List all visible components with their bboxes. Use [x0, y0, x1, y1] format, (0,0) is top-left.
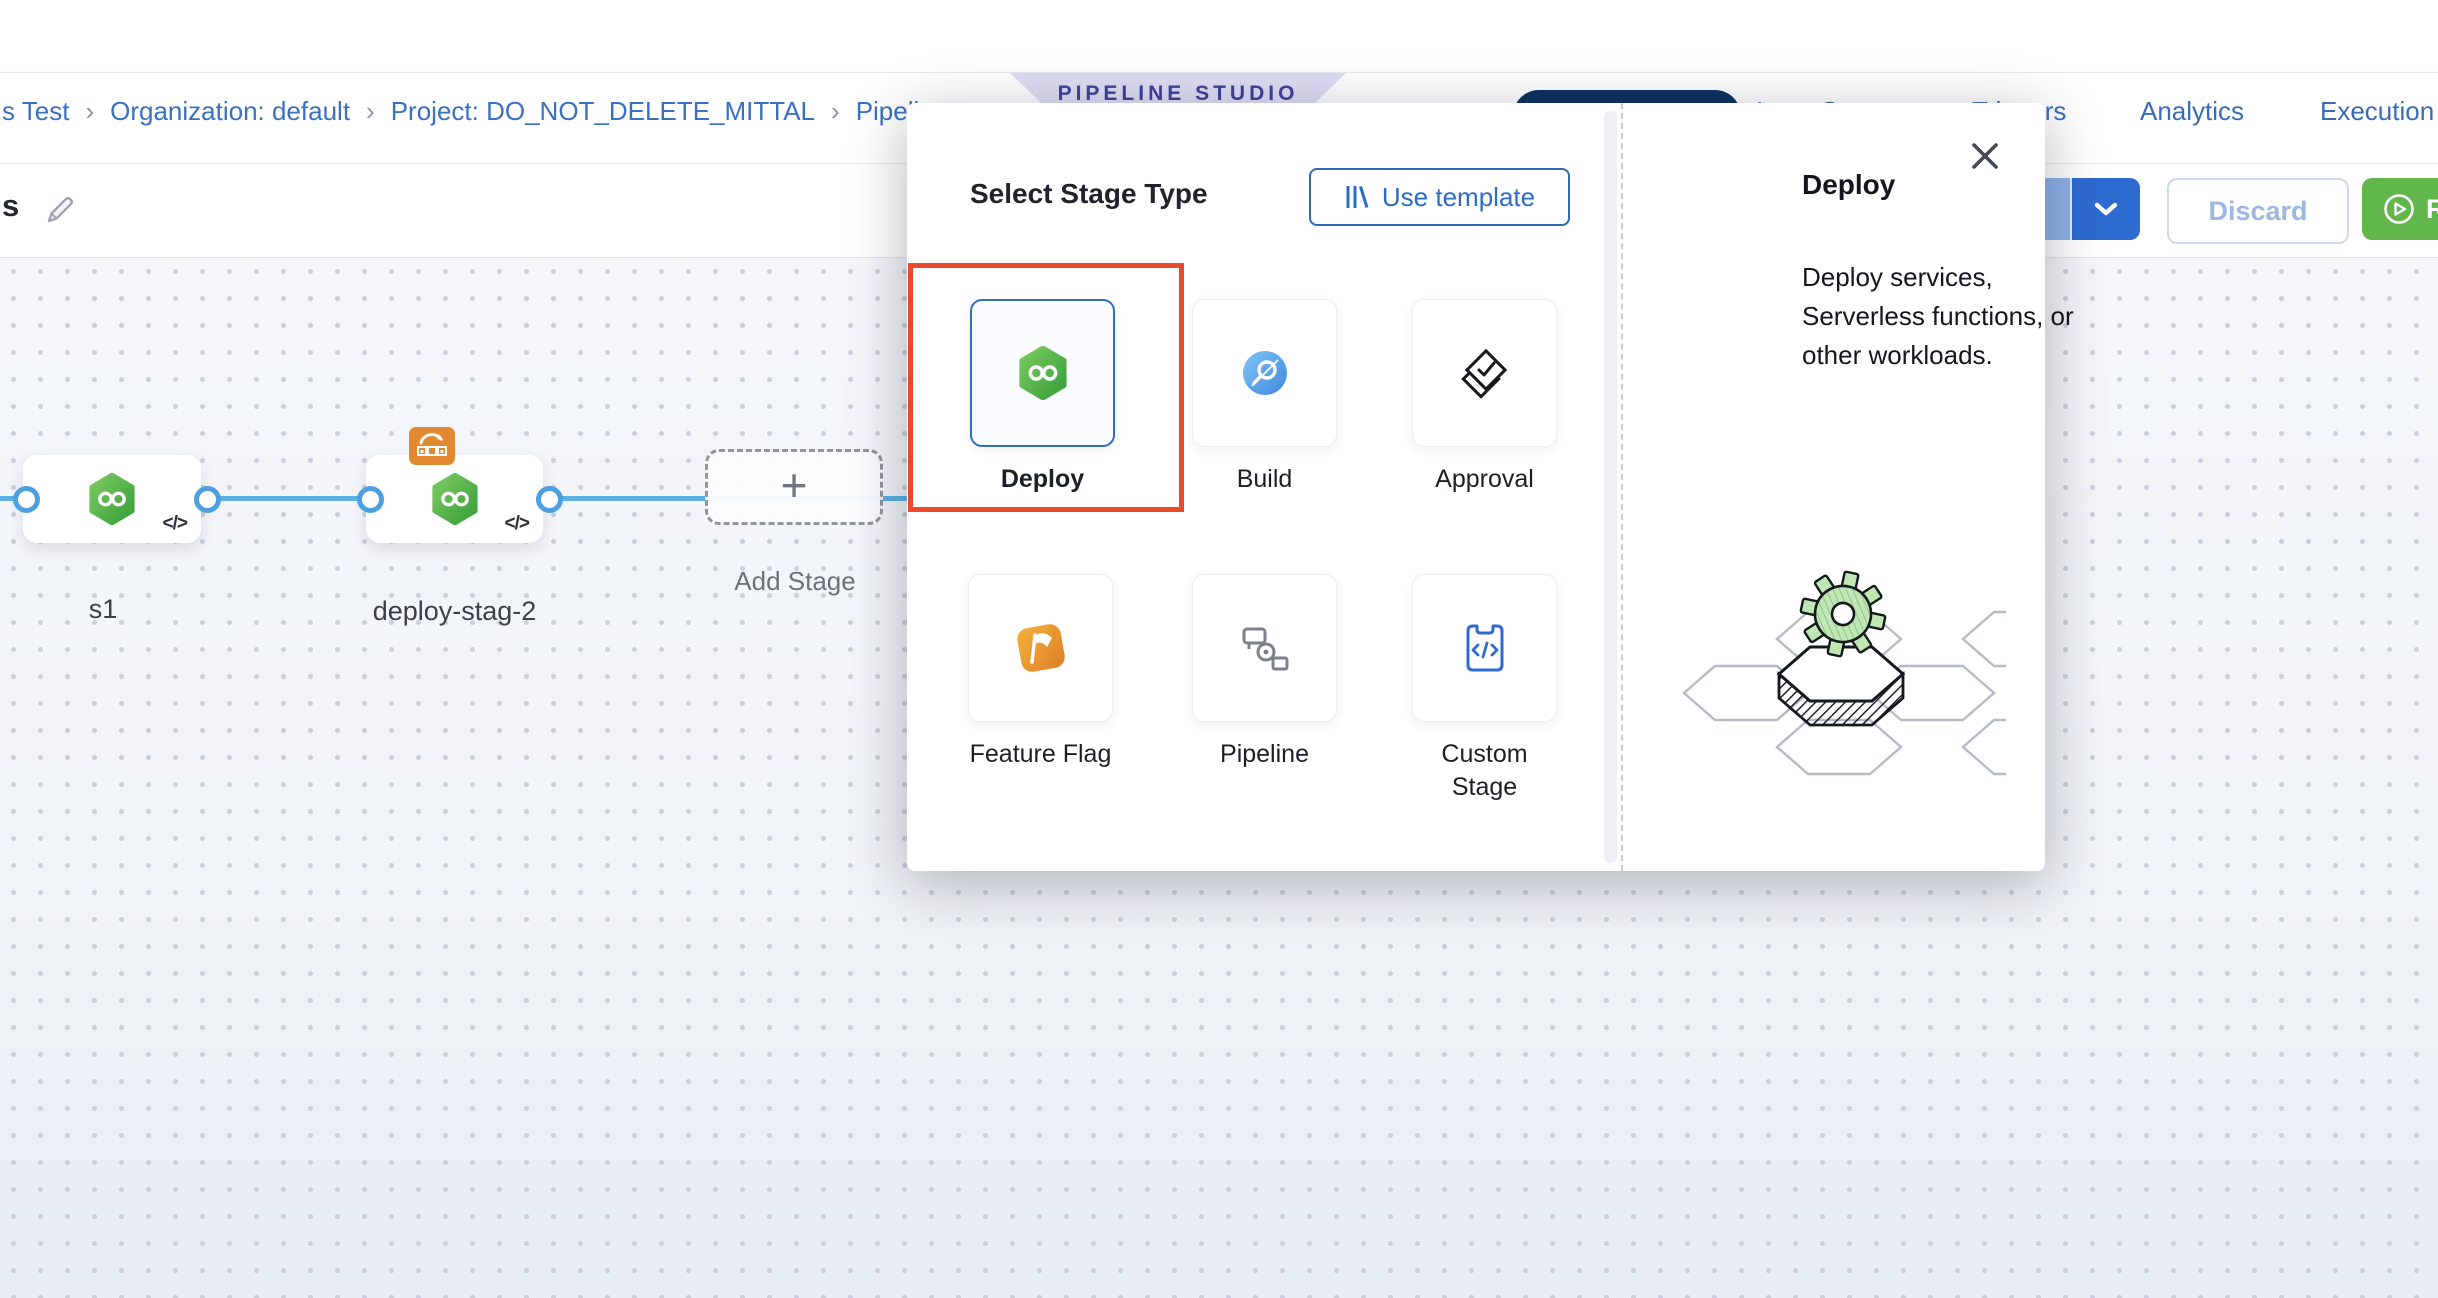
stage-card-build[interactable]: [1192, 299, 1337, 447]
stage-type-build[interactable]: Build: [1192, 299, 1337, 496]
deploy-illustration: [1676, 541, 2006, 791]
use-template-label: Use template: [1382, 182, 1535, 213]
connector-dot[interactable]: [357, 486, 384, 513]
stage-label-s1: s1: [43, 594, 163, 625]
custom-stage-icon: [1460, 621, 1510, 675]
stage-label-deploy-stag-2: deploy-stag-2: [352, 596, 557, 627]
rolling-deployment-badge-icon: [409, 427, 455, 465]
yaml-code-icon[interactable]: </>: [163, 513, 187, 535]
stage-type-label: Approval: [1412, 463, 1557, 496]
close-icon: [1969, 140, 2001, 172]
stage-type-label: Build: [1192, 463, 1337, 496]
stage-type-label: Pipeline: [1192, 738, 1337, 771]
breadcrumb-item-organization[interactable]: Organization: default: [110, 96, 350, 127]
approval-check-icon: [1457, 345, 1513, 401]
pipeline-studio-page: s Test › Organization: default › Project…: [0, 0, 2438, 1298]
discard-button[interactable]: Discard: [2167, 178, 2349, 244]
build-ci-icon: [1241, 349, 1289, 397]
edit-pencil-icon[interactable]: [42, 192, 78, 228]
close-modal-button[interactable]: [1965, 136, 2005, 176]
stage-card-approval[interactable]: [1412, 299, 1557, 447]
stage-type-label: Custom Stage: [1412, 738, 1557, 804]
stage-detail-pane: Deploy Deploy services, Serverless funct…: [1621, 103, 2045, 871]
stage-card-pipeline[interactable]: [1192, 574, 1337, 722]
tab-execution-history[interactable]: Execution History: [2320, 96, 2438, 128]
plus-icon: +: [781, 458, 808, 512]
modal-scrollbar[interactable]: [1604, 111, 1617, 863]
run-button[interactable]: Run: [2362, 178, 2438, 240]
stage-type-approval[interactable]: Approval: [1412, 299, 1557, 496]
select-stage-type-modal: Select Stage Type Use template Deploy: [907, 103, 2045, 871]
add-stage-label: Add Stage: [715, 566, 875, 597]
stage-type-label: Feature Flag: [968, 738, 1113, 771]
tab-analytics[interactable]: Analytics: [2140, 96, 2244, 128]
breadcrumb-separator: ›: [85, 96, 94, 127]
cd-hexagon-icon: [88, 473, 136, 525]
stage-detail-description: Deploy services, Serverless functions, o…: [1802, 258, 2117, 375]
cd-hexagon-icon: [431, 473, 479, 525]
run-button-label: Run: [2426, 194, 2438, 225]
add-stage-node[interactable]: +: [705, 449, 883, 525]
feature-flag-icon: [1014, 621, 1068, 675]
template-library-icon: [1344, 184, 1370, 210]
breadcrumb-item-project[interactable]: Project: DO_NOT_DELETE_MITTAL: [391, 96, 815, 127]
breadcrumb-item-pipelines[interactable]: s Test: [2, 96, 69, 127]
yaml-code-icon[interactable]: </>: [505, 513, 529, 535]
connector-dot[interactable]: [13, 486, 40, 513]
stage-card-feature-flag[interactable]: [968, 574, 1113, 722]
breadcrumb: s Test › Organization: default › Project…: [2, 96, 948, 127]
breadcrumb-separator: ›: [366, 96, 375, 127]
top-strip: [0, 0, 2438, 73]
selected-stage-highlight: [908, 263, 1184, 512]
use-template-button[interactable]: Use template: [1309, 168, 1570, 226]
play-circle-icon: [2382, 192, 2416, 226]
breadcrumb-separator: ›: [831, 96, 840, 127]
pipeline-chain-icon: [1240, 623, 1290, 673]
stage-node-deploy-stag-2[interactable]: </>: [366, 455, 543, 543]
stage-card-custom-stage[interactable]: [1412, 574, 1557, 722]
connector-dot[interactable]: [194, 486, 221, 513]
save-dropdown-button[interactable]: [2072, 178, 2140, 240]
stage-detail-title: Deploy: [1802, 169, 1895, 201]
stage-node-s1[interactable]: </>: [23, 455, 201, 543]
stage-type-custom-stage[interactable]: Custom Stage: [1412, 574, 1557, 804]
modal-title: Select Stage Type: [970, 178, 1208, 210]
connector-dot[interactable]: [536, 486, 563, 513]
chevron-down-icon: [2093, 200, 2119, 218]
pipeline-name: s: [2, 188, 19, 224]
stage-type-feature-flag[interactable]: Feature Flag: [968, 574, 1113, 771]
stage-type-pipeline[interactable]: Pipeline: [1192, 574, 1337, 771]
